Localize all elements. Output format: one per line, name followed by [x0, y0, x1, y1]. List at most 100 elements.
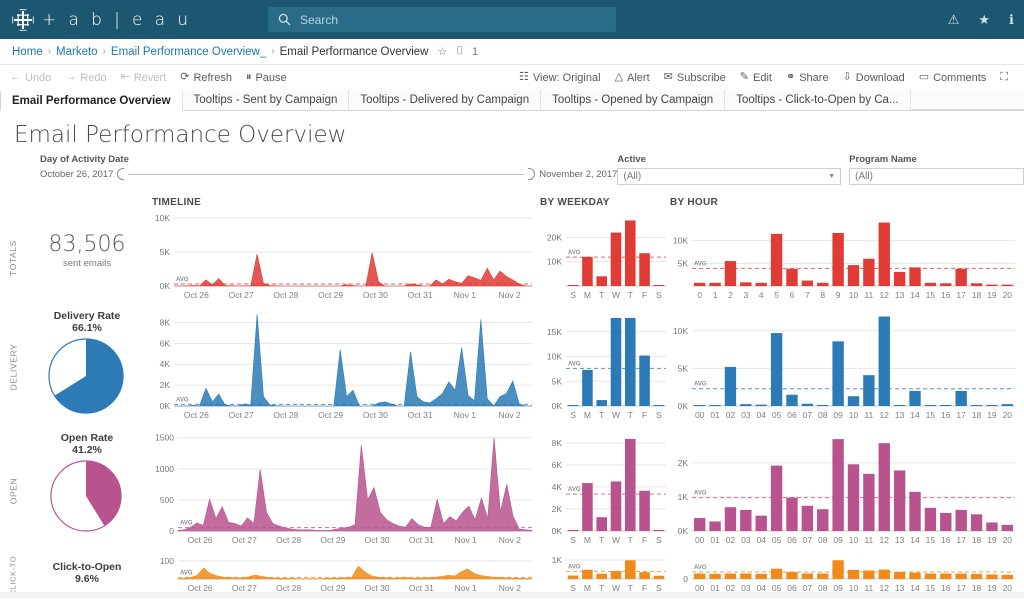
svg-text:08: 08 [818, 410, 828, 420]
svg-text:07: 07 [803, 535, 813, 545]
svg-text:4: 4 [759, 290, 764, 300]
svg-text:09: 09 [833, 410, 843, 420]
download-icon: ⇩ [843, 72, 852, 83]
edit-label: Edit [753, 72, 772, 84]
svg-text:15: 15 [926, 535, 936, 545]
svg-text:0K: 0K [160, 401, 171, 411]
refresh-button[interactable]: ⟳ Refresh [180, 72, 232, 84]
chart-grid: TIMELINE BY WEEKDAY BY HOUR TOTALS 83,50… [0, 194, 1024, 598]
column-header-row: TIMELINE BY WEEKDAY BY HOUR [0, 194, 1024, 210]
program-filter-select[interactable]: (All) [849, 168, 1024, 185]
chart-open-timeline[interactable]: 050010001500AVGOct 26Oct 27Oct 28Oct 29O… [148, 428, 540, 553]
svg-text:Oct 28: Oct 28 [273, 290, 298, 300]
page-title: Email Performance Overview [0, 119, 1024, 154]
download-button[interactable]: ⇩ Download [843, 72, 905, 84]
chart-totals-hour[interactable]: 5K10KAVG01234567891011121314151617181920 [670, 210, 1019, 306]
tab-tooltips-opened-by-campaign[interactable]: Tooltips - Opened by Campaign [541, 90, 725, 110]
pie-delivery [47, 337, 127, 417]
svg-text:14: 14 [910, 290, 920, 300]
svg-text:19: 19 [987, 410, 997, 420]
date-slider-track[interactable] [128, 174, 524, 175]
program-name-filter[interactable]: Program Name (All) [849, 154, 1024, 185]
svg-text:AVG: AVG [694, 261, 707, 267]
edit-button[interactable]: ✎ Edit [740, 72, 772, 84]
svg-text:AVG: AVG [176, 397, 189, 403]
subscribe-button[interactable]: ✉ Subscribe [664, 72, 726, 84]
alert-bell-icon: △ [615, 72, 623, 83]
svg-text:Oct 27: Oct 27 [229, 290, 254, 300]
tab-label: Tooltips - Sent by Campaign [194, 94, 338, 106]
svg-text:1K: 1K [552, 555, 563, 565]
svg-text:08: 08 [818, 535, 828, 545]
alerts-icon[interactable]: ⚠ [948, 13, 960, 26]
chart-delivery-hour[interactable]: 0K5K10KAVG000102030405060708091011121314… [670, 306, 1019, 428]
kpi-open-title: Open Rate [61, 432, 114, 444]
svg-text:11: 11 [864, 290, 873, 300]
undo-button[interactable]: ← Undo [10, 72, 51, 84]
svg-text:6K: 6K [160, 338, 171, 348]
svg-text:05: 05 [772, 410, 782, 420]
breadcrumb-item-marketo[interactable]: Marketo [56, 46, 98, 58]
svg-text:2K: 2K [160, 380, 171, 390]
chart-open-weekday[interactable]: 0K2K4K6K8KAVGSMTWTFS [540, 428, 670, 553]
tab-tooltips-sent-by-campaign[interactable]: Tooltips - Sent by Campaign [183, 90, 350, 110]
redo-button[interactable]: → Redo [65, 72, 106, 84]
date-slider-handle-left[interactable] [117, 168, 124, 180]
active-filter-label: Active [617, 154, 841, 165]
active-filter-value: (All) [623, 171, 641, 182]
svg-text:Oct 28: Oct 28 [273, 410, 298, 420]
svg-text:10K: 10K [155, 213, 170, 223]
svg-text:04: 04 [756, 410, 766, 420]
toolbar-right-group: ☷ View: Original △ Alert ✉ Subscribe ✎ E… [515, 72, 1018, 84]
svg-text:13: 13 [895, 410, 905, 420]
comments-button[interactable]: ▭ Comments [919, 72, 987, 84]
svg-text:07: 07 [803, 410, 813, 420]
svg-text:T: T [599, 410, 604, 420]
svg-text:18: 18 [972, 535, 982, 545]
svg-text:10K: 10K [673, 236, 688, 246]
svg-text:AVG: AVG [568, 250, 581, 256]
chart-delivery-weekday[interactable]: 0K5K10K15KAVGSMTWTFS [540, 306, 670, 428]
svg-text:Oct 30: Oct 30 [363, 290, 388, 300]
svg-text:F: F [642, 290, 647, 300]
chart-delivery-timeline[interactable]: 0K2K4K6K8KAVGOct 26Oct 27Oct 28Oct 29Oct… [148, 306, 540, 428]
svg-text:Oct 27: Oct 27 [229, 410, 254, 420]
search-input[interactable]: Search [268, 7, 616, 32]
revert-button[interactable]: ⇤ Revert [121, 72, 167, 84]
svg-text:3: 3 [743, 290, 748, 300]
svg-text:S: S [570, 410, 576, 420]
svg-text:20: 20 [1003, 535, 1013, 545]
tab-tooltips-delivered-by-campaign[interactable]: Tooltips - Delivered by Campaign [349, 90, 541, 110]
svg-text:Nov 1: Nov 1 [455, 535, 477, 545]
favorite-star-icon[interactable]: ☆ [437, 45, 447, 58]
svg-text:10: 10 [849, 410, 859, 420]
breadcrumb-item-workbook[interactable]: Email Performance Overview_ [111, 46, 266, 58]
svg-text:F: F [642, 535, 647, 545]
favorites-icon[interactable]: ★ [978, 13, 990, 26]
tab-email-performance-overview[interactable]: Email Performance Overview [0, 90, 183, 111]
date-slider-handle-right[interactable] [528, 168, 535, 180]
svg-text:T: T [599, 290, 604, 300]
active-filter-select[interactable]: (All) ▼ [617, 168, 841, 185]
fullscreen-button[interactable]: ⛶ [1000, 72, 1008, 83]
svg-text:5K: 5K [552, 376, 563, 386]
active-filter[interactable]: Active (All) ▼ [617, 154, 841, 185]
view-original-button[interactable]: ☷ View: Original [519, 72, 601, 84]
date-range-filter[interactable]: Day of Activity Date October 26, 2017 No… [40, 154, 617, 180]
tab-tooltips-click-to-open-by-campaign[interactable]: Tooltips - Click-to-Open by Ca... [725, 90, 910, 110]
svg-text:5K: 5K [678, 363, 689, 373]
svg-text:17: 17 [956, 290, 966, 300]
pause-button[interactable]: ⏸ Pause [246, 72, 287, 84]
svg-text:15K: 15K [547, 327, 562, 337]
chart-totals-weekday[interactable]: 10K20KAVGSMTWTFS [540, 210, 670, 306]
share-button[interactable]: ⚭ Share [786, 72, 829, 84]
help-icon[interactable]: ℹ [1009, 13, 1014, 26]
alert-button[interactable]: △ Alert [615, 72, 650, 84]
chart-totals-timeline[interactable]: 0K5K10KAVGOct 26Oct 27Oct 28Oct 29Oct 30… [148, 210, 540, 306]
tableau-logo[interactable]: + a b | e a u [12, 9, 191, 31]
pie-open [49, 459, 125, 535]
breadcrumb-item-home[interactable]: Home [12, 46, 43, 58]
svg-text:Oct 29: Oct 29 [318, 290, 343, 300]
revert-label: Revert [134, 72, 166, 84]
chart-open-hour[interactable]: 0K1K2KAVG0001020304050607080910111213141… [670, 428, 1019, 553]
